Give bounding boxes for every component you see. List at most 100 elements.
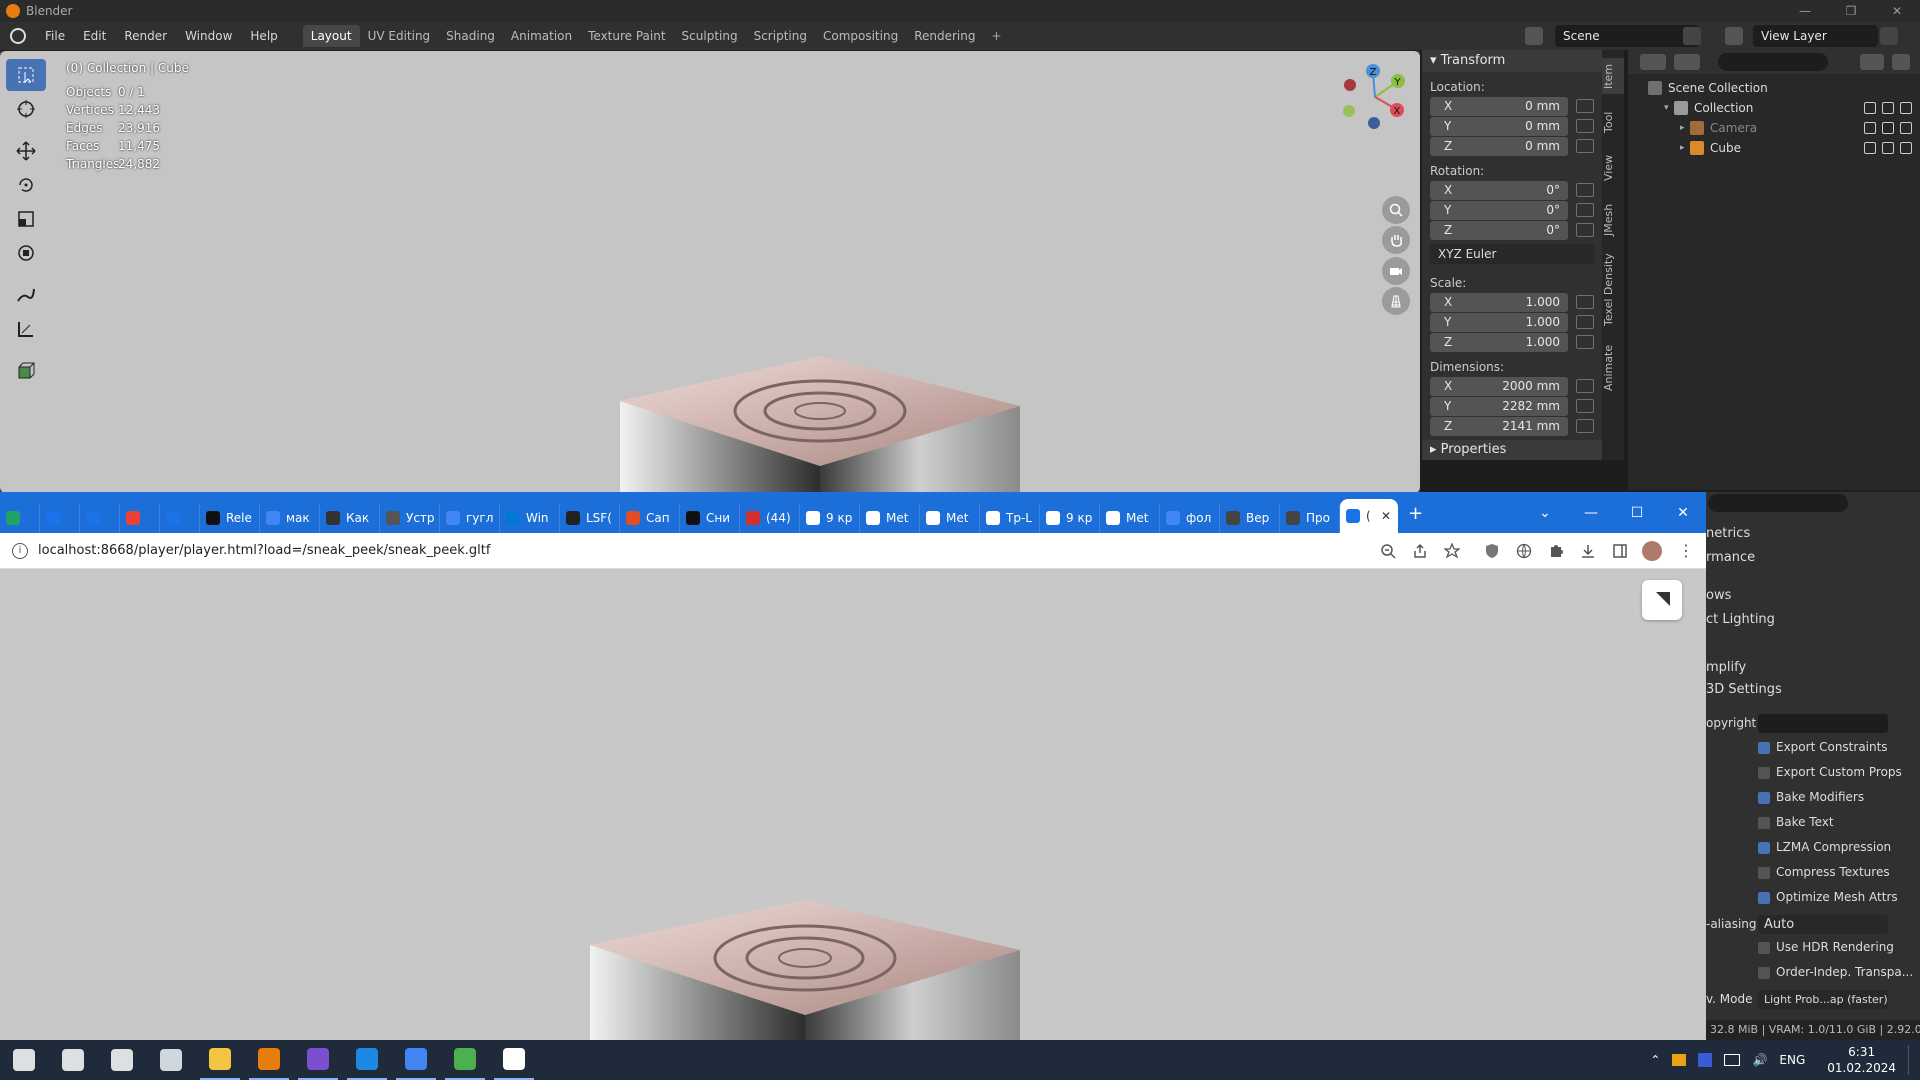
tab-tool[interactable]: Tool	[1602, 104, 1624, 140]
new-view-layer-icon[interactable]	[1880, 27, 1898, 45]
windows-start-icon[interactable]	[4, 1040, 44, 1080]
lock-icon[interactable]	[1576, 99, 1594, 113]
download-icon[interactable]	[1580, 543, 1596, 559]
lock-icon[interactable]	[1576, 223, 1594, 237]
new-scene-icon[interactable]	[1683, 27, 1701, 45]
notification-icon[interactable]	[1908, 1045, 1920, 1075]
side-panel-icon[interactable]	[1612, 543, 1628, 559]
3d-viewport[interactable]: (0) Collection | Cube Objects 0 / 1 Vertic…	[0, 50, 1420, 492]
checkbox[interactable]	[1758, 791, 1770, 804]
render-visibility-icon[interactable]	[1900, 142, 1912, 154]
move-icon[interactable]	[6, 135, 46, 167]
lock-icon[interactable]	[1576, 379, 1594, 393]
scale-icon[interactable]	[6, 203, 46, 235]
viewport-visibility-icon[interactable]	[1882, 102, 1894, 114]
checkbox-row[interactable]: Bake Modifiers	[1758, 790, 1918, 804]
menu-file[interactable]: File	[36, 22, 74, 50]
checkbox[interactable]	[1758, 941, 1770, 954]
workspace-tab-texture-paint[interactable]: Texture Paint	[580, 25, 673, 47]
navigation-gizmo[interactable]: Y Z X	[1330, 57, 1420, 137]
workspace-tab-uv-editing[interactable]: UV Editing	[360, 25, 439, 47]
close-tab-icon[interactable]: ✕	[1381, 509, 1391, 523]
rotation-x-field[interactable]: X 0°	[1430, 180, 1568, 200]
dimensions-z-field[interactable]: Z 2141 mm	[1430, 416, 1568, 436]
browser-tab[interactable]: Rele	[200, 503, 260, 533]
browser-tab[interactable]: 9 кр	[800, 503, 860, 533]
expand-arrow-icon[interactable]: ▾	[1664, 103, 1674, 113]
browser-tab[interactable]	[80, 503, 120, 533]
transform-icon[interactable]	[6, 237, 46, 269]
render-visibility-icon[interactable]	[1900, 102, 1912, 114]
outliner-row-cube[interactable]: ▸ Cube	[1628, 138, 1920, 158]
gltf-player-canvas[interactable]	[0, 570, 1706, 1041]
select-toggle-icon[interactable]	[1864, 122, 1876, 134]
scene-selector[interactable]: Scene	[1555, 25, 1700, 47]
cursor-icon[interactable]	[6, 93, 46, 125]
select-box-icon[interactable]	[6, 59, 46, 91]
add-workspace-button[interactable]: +	[983, 29, 1009, 43]
checkbox[interactable]	[1758, 766, 1770, 779]
lock-icon[interactable]	[1576, 399, 1594, 413]
fullscreen-button[interactable]	[1642, 580, 1682, 620]
browser-tab[interactable]: Win	[500, 503, 560, 533]
site-info-icon[interactable]: i	[12, 542, 28, 559]
lock-icon[interactable]	[1576, 183, 1594, 197]
terminal-icon[interactable]	[494, 1040, 534, 1080]
render-visibility-icon[interactable]	[1900, 122, 1912, 134]
properties-section-header[interactable]: rmance	[1706, 550, 1920, 565]
zoom-icon[interactable]	[1382, 196, 1410, 224]
view-layer-icon[interactable]	[1725, 27, 1743, 45]
scene-icon[interactable]	[1525, 27, 1543, 45]
tray-shield-icon[interactable]	[1698, 1053, 1713, 1067]
browser-tab[interactable]: Вер	[1220, 503, 1280, 533]
browser-tab[interactable]: фол	[1160, 503, 1220, 533]
browser-tab[interactable]: LSF(	[560, 503, 620, 533]
viewport-visibility-icon[interactable]	[1882, 142, 1894, 154]
checkbox[interactable]	[1758, 866, 1770, 879]
settings-icon[interactable]	[151, 1040, 191, 1080]
menu-window[interactable]: Window	[176, 22, 241, 50]
properties-section-header[interactable]: 3D Settings	[1706, 682, 1920, 697]
outliner-row-collection[interactable]: ▾ Collection	[1628, 98, 1920, 118]
tab-animate[interactable]: Animate	[1602, 340, 1624, 396]
annotate-icon[interactable]	[6, 279, 46, 311]
view-layer-selector[interactable]: View Layer	[1753, 25, 1878, 47]
select-toggle-icon[interactable]	[1864, 142, 1876, 154]
checkbox[interactable]	[1758, 816, 1770, 829]
rotate-icon[interactable]	[6, 169, 46, 201]
checkbox[interactable]	[1758, 741, 1770, 754]
browser-icon[interactable]	[396, 1040, 436, 1080]
checkbox-row[interactable]: Export Custom Props	[1758, 765, 1918, 779]
checkbox[interactable]	[1758, 841, 1770, 854]
tab-view[interactable]: View	[1602, 148, 1624, 188]
lock-icon[interactable]	[1576, 419, 1594, 433]
checkbox[interactable]	[1758, 891, 1770, 904]
browser-tab[interactable]: Met	[920, 503, 980, 533]
browser-tab[interactable]: Устр	[380, 503, 440, 533]
browser-close-icon[interactable]: ✕	[1660, 493, 1706, 533]
checkbox-row[interactable]: Compress Textures	[1758, 865, 1918, 879]
lock-icon[interactable]	[1576, 203, 1594, 217]
pan-hand-icon[interactable]	[1382, 226, 1410, 254]
shield-extension-icon[interactable]	[1484, 543, 1500, 559]
workspace-tab-compositing[interactable]: Compositing	[815, 25, 906, 47]
transform-header[interactable]: ▾ Transform	[1422, 50, 1602, 72]
checkbox[interactable]	[1758, 966, 1770, 979]
properties-section-header[interactable]: netrics	[1706, 526, 1920, 541]
tab-item[interactable]: Item	[1602, 58, 1624, 94]
browser-tab[interactable]: Сап	[620, 503, 680, 533]
properties-section-header[interactable]: ows	[1706, 588, 1920, 603]
scale-z-field[interactable]: Z 1.000	[1430, 332, 1568, 352]
tab-texel-density[interactable]: Texel Density	[1602, 250, 1624, 330]
location-y-field[interactable]: Y 0 mm	[1430, 116, 1568, 136]
properties-section-header[interactable]: ct Lighting	[1706, 612, 1920, 627]
workspace-tab-scripting[interactable]: Scripting	[746, 25, 815, 47]
task-view-icon[interactable]	[102, 1040, 142, 1080]
lock-icon[interactable]	[1576, 119, 1594, 133]
viewport-visibility-icon[interactable]	[1882, 122, 1894, 134]
workspace-tab-shading[interactable]: Shading	[438, 25, 503, 47]
rotation-mode-select[interactable]: XYZ Euler	[1430, 244, 1594, 264]
properties-header[interactable]: ▸ Properties	[1422, 440, 1602, 460]
select-toggle-icon[interactable]	[1864, 102, 1876, 114]
xbox-icon[interactable]	[445, 1040, 485, 1080]
